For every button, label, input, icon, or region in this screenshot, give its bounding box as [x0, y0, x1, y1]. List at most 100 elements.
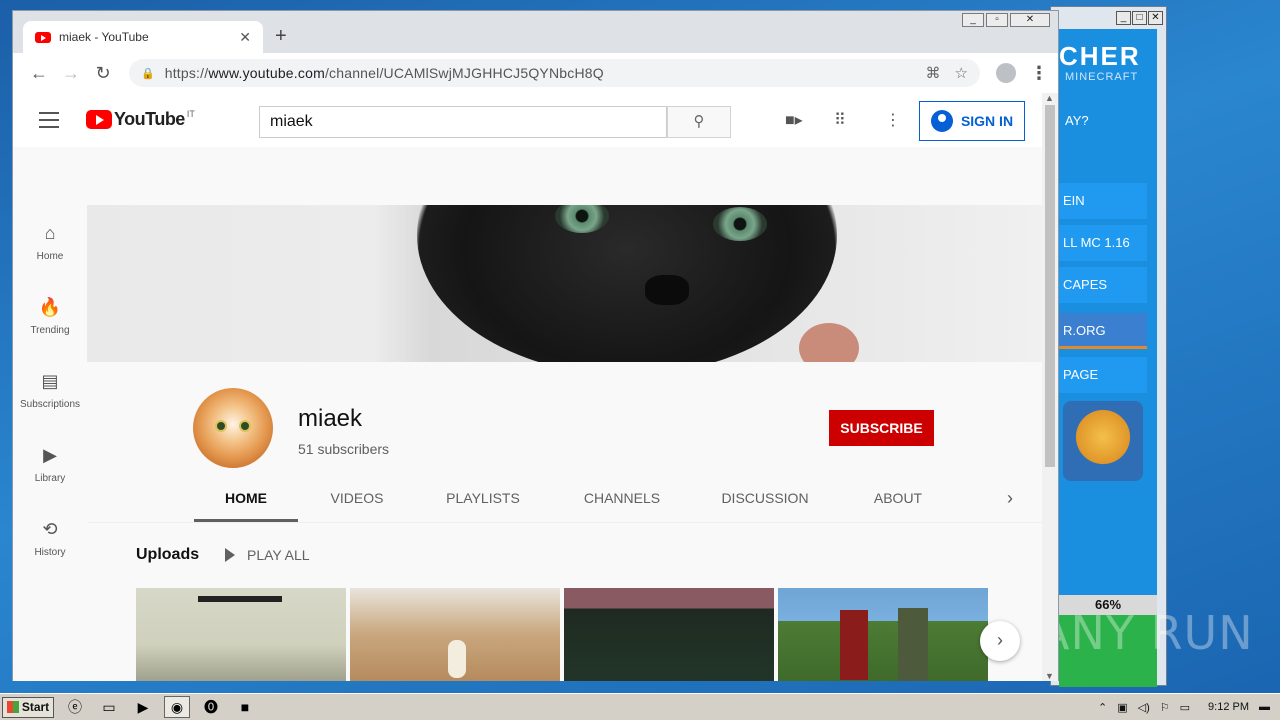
opera-taskbar-icon[interactable]: ⓿ — [198, 696, 224, 718]
channel-tabs: HOME VIDEOS PLAYLISTS CHANNELS DISCUSSIO… — [87, 478, 1043, 522]
search-icon: ⚲ — [693, 113, 705, 130]
banner-cat-image — [417, 205, 837, 362]
url-host: www.youtube.com — [208, 65, 325, 81]
video-thumbnail-2[interactable] — [350, 588, 560, 681]
reload-button[interactable]: ↻ — [87, 63, 119, 84]
launcher-button-1[interactable]: EIN — [1059, 183, 1147, 219]
launcher-subtitle: MINECRAFT — [1065, 71, 1139, 83]
browser-toolbar: ← → ↻ 🔒 https://www.youtube.com/channel/… — [13, 53, 1058, 93]
banner-cat-nose — [645, 275, 689, 305]
network-icon[interactable]: ▣ — [1117, 701, 1127, 714]
uploads-title: Uploads — [136, 546, 200, 563]
new-tab-button[interactable]: + — [275, 25, 287, 48]
search-input[interactable]: miaek — [259, 106, 667, 138]
play-all-button[interactable]: PLAY ALL — [225, 547, 310, 563]
channel-name: miaek — [298, 405, 363, 432]
launcher-button-2[interactable]: LL MC 1.16 — [1059, 225, 1147, 261]
address-bar[interactable]: 🔒 https://www.youtube.com/channel/UCAMlS… — [129, 59, 980, 87]
tab-playlists[interactable]: PLAYLISTS — [437, 478, 529, 522]
bookmark-star-icon[interactable]: ☆ — [955, 64, 968, 82]
media-player-taskbar-icon[interactable]: ▶ — [130, 696, 156, 718]
sidebar-item-trending[interactable]: 🔥 Trending — [13, 279, 87, 353]
profile-avatar-icon[interactable] — [996, 63, 1016, 83]
thumbnail-detail — [898, 608, 928, 681]
clock[interactable]: 9:12 PM — [1208, 701, 1249, 713]
launcher-minimize-button[interactable]: _ — [1116, 11, 1131, 25]
show-desktop-icon[interactable]: ▬ — [1259, 701, 1270, 713]
browser-window: _ ▫ ✕ miaek - YouTube ✕ + ← → ↻ 🔒 https:… — [12, 10, 1059, 681]
forward-button[interactable]: → — [55, 63, 87, 84]
play-icon — [225, 548, 235, 562]
shelf-next-button[interactable]: › — [980, 621, 1020, 661]
channel-home-content: Uploads PLAY ALL › — [87, 522, 1043, 681]
close-tab-icon[interactable]: ✕ — [239, 29, 251, 46]
launcher-button-5[interactable]: PAGE — [1059, 357, 1147, 393]
search-button[interactable]: ⚲ — [667, 106, 731, 138]
guide-menu-icon[interactable] — [39, 112, 59, 133]
power-icon[interactable]: ▭ — [1180, 701, 1190, 714]
channel-avatar — [193, 388, 273, 468]
chrome-taskbar-icon[interactable]: ◉ — [164, 696, 190, 718]
start-button[interactable]: Start — [2, 696, 54, 718]
tab-channels[interactable]: CHANNELS — [577, 478, 667, 522]
video-thumbnail-4[interactable] — [778, 588, 988, 681]
subscribe-button[interactable]: SUBSCRIBE — [829, 410, 934, 446]
guide-sidebar: ⌂ Home 🔥 Trending ▤ Subscriptions ▶ Libr… — [13, 205, 87, 575]
video-thumbnail-1[interactable] — [136, 588, 346, 681]
explorer-taskbar-icon[interactable]: ▭ — [96, 696, 122, 718]
launcher-button-3[interactable]: CAPES — [1059, 267, 1147, 303]
home-icon: ⌂ — [44, 222, 56, 243]
ie-taskbar-icon[interactable]: ⓔ — [62, 696, 88, 718]
tray-expand-icon[interactable]: ⌃ — [1098, 701, 1107, 714]
launcher-brand: CHER — [1059, 41, 1141, 71]
launcher-maximize-button[interactable]: □ — [1132, 11, 1147, 25]
tab-home[interactable]: HOME — [194, 478, 298, 522]
browser-tab[interactable]: miaek - YouTube ✕ — [23, 21, 263, 53]
sidebar-item-subscriptions[interactable]: ▤ Subscriptions — [13, 353, 87, 427]
tab-discussion[interactable]: DISCUSSION — [715, 478, 815, 522]
sign-in-button[interactable]: SIGN IN — [919, 101, 1025, 141]
sign-in-label: SIGN IN — [960, 113, 1014, 129]
country-code: IT — [186, 109, 195, 119]
minecraft-taskbar-icon[interactable]: ■ — [232, 696, 258, 718]
sidebar-item-library[interactable]: ▶ Library — [13, 427, 87, 501]
action-center-flag-icon[interactable]: ⚐ — [1160, 701, 1170, 714]
scroll-down-icon[interactable]: ▼ — [1045, 671, 1054, 681]
youtube-header: YouTube IT miaek ⚲ ■▸ ⠿ ⋮ SIGN IN — [13, 93, 1043, 147]
back-button[interactable]: ← — [23, 63, 55, 84]
youtube-logo[interactable]: YouTube IT — [86, 109, 195, 130]
launcher-close-button[interactable]: ✕ — [1148, 11, 1163, 25]
launcher-button-4[interactable]: R.ORG — [1059, 313, 1147, 349]
youtube-play-icon — [86, 110, 112, 129]
browser-menu-icon[interactable]: ⋮ — [1030, 63, 1048, 84]
avatar-eye-right — [239, 420, 251, 432]
anyrun-watermark: ANY RUN — [1038, 606, 1254, 660]
play-all-label: PLAY ALL — [247, 547, 310, 563]
page-scrollbar[interactable]: ▲ ▼ — [1042, 93, 1058, 681]
sidebar-item-label: Library — [34, 472, 66, 484]
apps-grid-icon[interactable]: ⠿ — [834, 110, 846, 130]
sidebar-item-label: Trending — [30, 324, 70, 336]
chevron-right-icon[interactable]: › — [1007, 478, 1013, 518]
scroll-up-icon[interactable]: ▲ — [1045, 93, 1054, 103]
launcher-window: _ □ ✕ CHER MINECRAFT AY? EIN LL MC 1.16 … — [1050, 6, 1167, 687]
launcher-titlebar: _ □ ✕ — [1051, 7, 1166, 29]
video-thumbnail-3[interactable] — [564, 588, 774, 681]
sidebar-item-home[interactable]: ⌂ Home — [13, 205, 87, 279]
start-label: Start — [21, 700, 50, 714]
avatar-eye-left — [215, 420, 227, 432]
volume-icon[interactable]: ◁) — [1138, 701, 1150, 714]
translate-icon[interactable]: ⌘ — [926, 64, 941, 82]
windows-taskbar: Start ⓔ ▭ ▶ ◉ ⓿ ■ ⌃ ▣ ◁) ⚐ ▭ 9:12 PM ▬ — [0, 693, 1280, 720]
tab-videos[interactable]: VIDEOS — [319, 478, 395, 522]
banner-hand — [799, 323, 859, 362]
sidebar-item-label: Subscriptions — [19, 398, 81, 410]
scrollbar-thumb[interactable] — [1045, 105, 1055, 467]
youtube-page: YouTube IT miaek ⚲ ■▸ ⠿ ⋮ SIGN IN ⌂ Home… — [13, 93, 1043, 681]
youtube-favicon-icon — [35, 31, 51, 43]
create-video-icon[interactable]: ■▸ — [785, 110, 803, 130]
settings-menu-icon[interactable]: ⋮ — [885, 110, 901, 130]
sidebar-item-history[interactable]: ⟲ History — [13, 501, 87, 575]
thumbnail-detail — [198, 596, 282, 602]
tab-about[interactable]: ABOUT — [865, 478, 931, 522]
